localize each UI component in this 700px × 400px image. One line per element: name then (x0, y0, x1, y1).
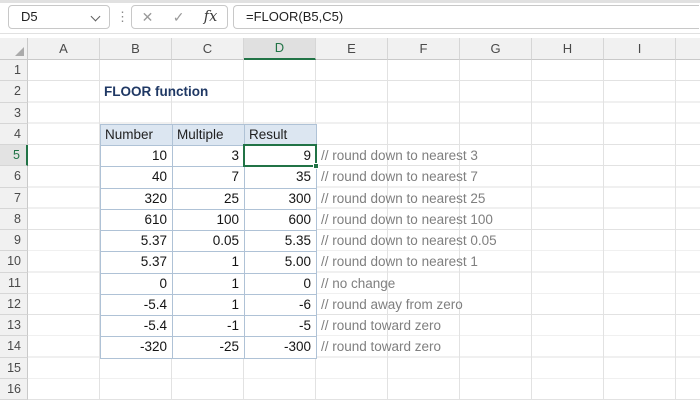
comment-text[interactable]: // no change (321, 273, 395, 294)
table-header-multiple[interactable]: Multiple (173, 125, 245, 146)
row-header-5-selected[interactable]: 5 (0, 145, 28, 166)
row-header-16[interactable]: 16 (0, 379, 28, 400)
table-cell[interactable]: 5.00 (245, 252, 317, 273)
row-header-14[interactable]: 14 (0, 336, 28, 357)
column-header-e[interactable]: E (316, 38, 388, 60)
data-table: Number Multiple Result 10 3 9 40 7 35 32… (100, 124, 317, 359)
table-cell-selected[interactable]: 9 (245, 146, 317, 167)
formula-bar-divider (0, 33, 700, 34)
table-cell[interactable]: 0.05 (173, 231, 245, 252)
chevron-down-icon[interactable] (91, 12, 101, 22)
formula-button-group: ✕ ✓ fx (131, 5, 228, 29)
row-header-9[interactable]: 9 (0, 230, 28, 251)
column-header-c[interactable]: C (172, 38, 244, 60)
table-cell[interactable]: 7 (173, 167, 245, 188)
table-header-result[interactable]: Result (245, 125, 317, 146)
table-cell[interactable]: 5.35 (245, 231, 317, 252)
column-header-b[interactable]: B (100, 38, 172, 60)
formula-input[interactable]: =FLOOR(B5,C5) (233, 5, 699, 29)
separator-dots-icon: ⋮ (116, 5, 129, 29)
column-header-a[interactable]: A (28, 38, 100, 60)
row-header-11[interactable]: 11 (0, 273, 28, 294)
comment-text[interactable]: // round down to nearest 1 (321, 251, 478, 272)
table-cell[interactable]: -300 (245, 337, 317, 358)
table-cell[interactable]: 0 (101, 274, 173, 295)
table-row: 5.37 1 5.00 (101, 252, 317, 273)
column-header-partial[interactable] (676, 38, 700, 60)
table-cell[interactable]: 40 (101, 167, 173, 188)
comment-text[interactable]: // round down to nearest 3 (321, 145, 478, 166)
table-cell[interactable]: 5.37 (101, 231, 173, 252)
enter-icon[interactable]: ✓ (173, 9, 185, 26)
table-header-number[interactable]: Number (101, 125, 173, 146)
table-cell[interactable]: 1 (173, 295, 245, 316)
table-row: 40 7 35 (101, 167, 317, 188)
row-header-12[interactable]: 12 (0, 294, 28, 315)
formula-bar: D5 ⋮ ✕ ✓ fx =FLOOR(B5,C5) (0, 3, 700, 33)
comment-text[interactable]: // round away from zero (321, 294, 463, 315)
table-row: 610 100 600 (101, 210, 317, 231)
row-header-8[interactable]: 8 (0, 209, 28, 230)
name-box-value: D5 (21, 9, 38, 24)
row-header-4[interactable]: 4 (0, 124, 28, 145)
row-header-1[interactable]: 1 (0, 60, 28, 81)
row-header-2[interactable]: 2 (0, 81, 28, 102)
comment-text[interactable]: // round down to nearest 7 (321, 166, 478, 187)
table-cell[interactable]: 1 (173, 252, 245, 273)
table-cell[interactable]: 600 (245, 210, 317, 231)
table-cell[interactable]: 3 (173, 146, 245, 167)
row-header-7[interactable]: 7 (0, 188, 28, 209)
row-header-13[interactable]: 13 (0, 315, 28, 336)
table-row: 5.37 0.05 5.35 (101, 231, 317, 252)
table-cell[interactable]: 0 (245, 274, 317, 295)
select-all-triangle-icon (15, 47, 24, 56)
select-all-corner[interactable] (0, 38, 28, 60)
table-row: -5.4 -1 -5 (101, 316, 317, 337)
table-cell[interactable]: 320 (101, 189, 173, 210)
table-header-row: Number Multiple Result (101, 125, 317, 146)
column-header-d-selected[interactable]: D (244, 38, 316, 60)
table-row: 0 1 0 (101, 274, 317, 295)
table-cell[interactable]: 100 (173, 210, 245, 231)
excel-window: D5 ⋮ ✕ ✓ fx =FLOOR(B5,C5) A B C D E F G … (0, 0, 700, 400)
column-header-i[interactable]: I (604, 38, 676, 60)
table-cell[interactable]: -5 (245, 316, 317, 337)
name-box[interactable]: D5 (8, 5, 110, 29)
table-row: 320 25 300 (101, 189, 317, 210)
table-cell[interactable]: -5.4 (101, 316, 173, 337)
table-cell[interactable]: -320 (101, 337, 173, 358)
comment-text[interactable]: // round down to nearest 25 (321, 188, 485, 209)
table-cell[interactable]: -5.4 (101, 295, 173, 316)
row-header-6[interactable]: 6 (0, 166, 28, 187)
table-cell[interactable]: 10 (101, 146, 173, 167)
table-cell[interactable]: 300 (245, 189, 317, 210)
row-header-15[interactable]: 15 (0, 358, 28, 379)
row-header-10[interactable]: 10 (0, 251, 28, 272)
table-row: -320 -25 -300 (101, 337, 317, 358)
table-cell[interactable]: 25 (173, 189, 245, 210)
fill-handle[interactable] (313, 163, 319, 169)
comment-text[interactable]: // round toward zero (321, 336, 441, 357)
comment-text[interactable]: // round toward zero (321, 315, 441, 336)
sheet-title-cell[interactable]: FLOOR function (104, 81, 208, 102)
cancel-icon[interactable]: ✕ (142, 9, 154, 26)
row-header-3[interactable]: 3 (0, 103, 28, 124)
table-row: -5.4 1 -6 (101, 295, 317, 316)
comment-text[interactable]: // round down to nearest 100 (321, 209, 493, 230)
table-cell[interactable]: 5.37 (101, 252, 173, 273)
column-header-f[interactable]: F (388, 38, 460, 60)
table-cell[interactable]: 610 (101, 210, 173, 231)
table-cell[interactable]: -6 (245, 295, 317, 316)
table-row: 10 3 9 (101, 146, 317, 167)
insert-function-icon[interactable]: fx (204, 9, 218, 25)
table-cell[interactable]: 1 (173, 274, 245, 295)
comment-text[interactable]: // round down to nearest 0.05 (321, 230, 497, 251)
table-cell[interactable]: -1 (173, 316, 245, 337)
table-cell[interactable]: 35 (245, 167, 317, 188)
table-cell[interactable]: -25 (173, 337, 245, 358)
column-header-h[interactable]: H (532, 38, 604, 60)
column-header-g[interactable]: G (460, 38, 532, 60)
